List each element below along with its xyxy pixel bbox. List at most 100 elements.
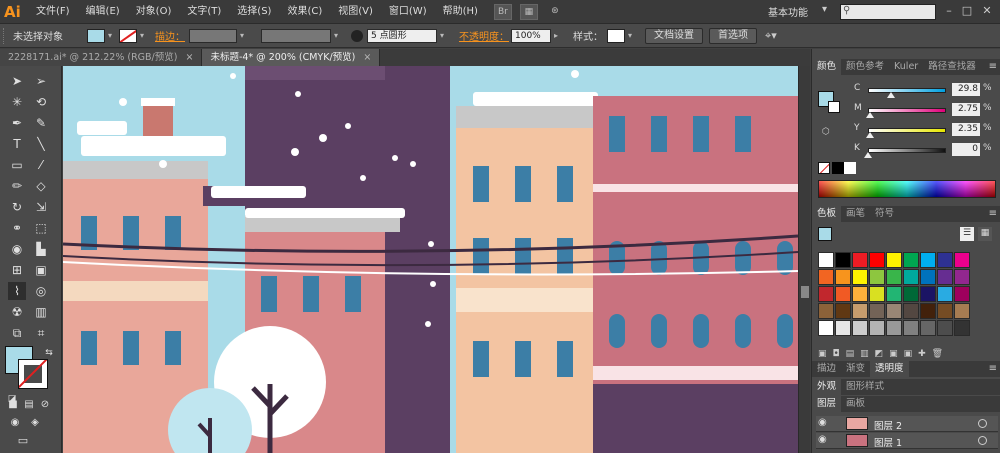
color-swatch[interactable] bbox=[954, 303, 970, 319]
color-swatch[interactable] bbox=[937, 252, 953, 268]
layer-row[interactable]: ◉ 图层 1 bbox=[816, 433, 998, 449]
color-swatch[interactable] bbox=[852, 320, 868, 336]
color-swatch[interactable] bbox=[818, 303, 834, 319]
chevron-down-icon[interactable]: ▾ bbox=[437, 31, 447, 40]
slider-value[interactable]: 2.75 bbox=[952, 103, 980, 116]
color-swatch[interactable] bbox=[886, 269, 902, 285]
eraser-tool-icon[interactable]: ◇ bbox=[32, 177, 50, 195]
white-swatch[interactable] bbox=[844, 162, 856, 174]
color-swatch[interactable] bbox=[937, 286, 953, 302]
panel-menu-icon[interactable]: ≡ bbox=[989, 59, 997, 75]
color-swatch[interactable] bbox=[954, 320, 970, 336]
pen-tool-icon[interactable]: ✒ bbox=[8, 114, 26, 132]
chevron-down-icon[interactable]: ▾ bbox=[625, 31, 635, 40]
shape-builder-tool-icon[interactable]: ◉ bbox=[8, 240, 26, 258]
maximize-button[interactable]: □ bbox=[958, 3, 976, 19]
color-swatch[interactable] bbox=[954, 252, 970, 268]
draw-inside-icon[interactable]: ◈ bbox=[26, 414, 44, 432]
stroke-label[interactable]: 描边： bbox=[155, 28, 185, 43]
color-swatch[interactable] bbox=[869, 320, 885, 336]
slider-track[interactable] bbox=[868, 108, 946, 113]
color-swatch[interactable] bbox=[886, 286, 902, 302]
artboard-canvas[interactable] bbox=[63, 66, 798, 453]
tab-brushes[interactable]: 画笔 bbox=[841, 206, 870, 222]
slider-thumb[interactable] bbox=[866, 112, 875, 118]
color-swatch[interactable] bbox=[818, 320, 834, 336]
menu-edit[interactable]: 编辑(E) bbox=[78, 0, 128, 24]
menu-help[interactable]: 帮助(H) bbox=[435, 0, 486, 24]
menu-window[interactable]: 窗口(W) bbox=[381, 0, 435, 24]
minimize-button[interactable]: – bbox=[940, 3, 958, 19]
slider-track[interactable] bbox=[868, 88, 946, 93]
tab-document-1[interactable]: 2228171.ai* @ 212.22% (RGB/预览) × bbox=[0, 49, 203, 66]
layer-name[interactable]: 图层 2 bbox=[874, 418, 902, 432]
magic-wand-tool-icon[interactable]: ✳ bbox=[8, 93, 26, 111]
color-swatch[interactable] bbox=[818, 252, 834, 268]
color-swatch[interactable] bbox=[886, 320, 902, 336]
close-icon[interactable]: × bbox=[185, 52, 193, 63]
slider-value[interactable]: 2.35 bbox=[952, 123, 980, 136]
eye-icon[interactable]: ◉ bbox=[818, 434, 827, 445]
scroll-thumb[interactable] bbox=[801, 286, 809, 298]
chevron-right-icon[interactable]: ▸ bbox=[551, 31, 561, 40]
column-graph-tool-icon[interactable]: ▥ bbox=[32, 303, 50, 321]
color-swatch[interactable] bbox=[903, 320, 919, 336]
graphic-style-swatch[interactable] bbox=[607, 28, 625, 43]
pencil-tool-icon[interactable]: ✏ bbox=[8, 177, 26, 195]
preferences-button[interactable]: 首选项 bbox=[709, 27, 757, 44]
none-swatch[interactable] bbox=[818, 162, 830, 174]
tab-color[interactable]: 颜色 bbox=[812, 59, 842, 75]
slider-track[interactable] bbox=[868, 148, 946, 153]
slice-tool-icon[interactable]: ⌗ bbox=[32, 324, 50, 342]
tab-color-guide[interactable]: 颜色参考 bbox=[841, 59, 889, 75]
gpu-performance-icon[interactable]: ⊛ bbox=[546, 4, 564, 20]
chevron-down-icon[interactable]: ▾ bbox=[822, 4, 827, 15]
color-swatch[interactable] bbox=[869, 303, 885, 319]
slider-thumb[interactable] bbox=[887, 92, 896, 98]
color-swatch[interactable] bbox=[852, 303, 868, 319]
swap-colors-icon[interactable]: ⇆ bbox=[40, 344, 58, 362]
chevron-down-icon[interactable]: ▾ bbox=[237, 31, 247, 40]
tab-artboards[interactable]: 画板 bbox=[841, 396, 870, 412]
chevron-down-icon[interactable]: ▾ bbox=[331, 31, 341, 40]
rotate-tool-icon[interactable]: ↻ bbox=[8, 198, 26, 216]
color-swatch[interactable] bbox=[852, 286, 868, 302]
menu-file[interactable]: 文件(F) bbox=[28, 0, 78, 24]
tab-stroke[interactable]: 描边 bbox=[812, 361, 841, 377]
chevron-down-icon[interactable]: ▾ bbox=[137, 31, 147, 40]
brush-definition[interactable]: 5 点圆形 bbox=[367, 28, 437, 43]
color-swatch[interactable] bbox=[835, 286, 851, 302]
tab-swatches[interactable]: 色板 bbox=[812, 206, 842, 222]
tab-layers[interactable]: 图层 bbox=[812, 396, 842, 412]
color-swatch[interactable] bbox=[886, 252, 902, 268]
color-swatch[interactable] bbox=[869, 252, 885, 268]
curvature-tool-icon[interactable]: ✎ bbox=[32, 114, 50, 132]
stroke-swatch[interactable] bbox=[119, 28, 137, 43]
color-swatch[interactable] bbox=[869, 286, 885, 302]
arrange-documents-icon[interactable]: ▦ bbox=[519, 3, 538, 20]
close-button[interactable]: ✕ bbox=[978, 3, 996, 19]
document-setup-button[interactable]: 文档设置 bbox=[645, 27, 703, 44]
symbol-sprayer-tool-icon[interactable]: ☢ bbox=[8, 303, 26, 321]
eye-icon[interactable]: ◉ bbox=[818, 417, 827, 428]
swatch-actions-icons[interactable]: ▣◘▤▥◩▣▣✚🗑 bbox=[818, 349, 949, 359]
color-swatch[interactable] bbox=[835, 320, 851, 336]
color-swatch[interactable] bbox=[920, 303, 936, 319]
color-swatch[interactable] bbox=[835, 252, 851, 268]
color-swatch[interactable] bbox=[954, 269, 970, 285]
list-view-icon[interactable]: ☰ bbox=[960, 227, 974, 241]
target-icon[interactable] bbox=[978, 436, 987, 445]
search-input[interactable]: ⚲ bbox=[840, 4, 936, 20]
tab-gradient[interactable]: 渐变 bbox=[841, 361, 870, 377]
menu-object[interactable]: 对象(O) bbox=[128, 0, 180, 24]
line-tool-icon[interactable]: ╲ bbox=[32, 135, 50, 153]
eyedropper-tool-icon[interactable]: ⌇ bbox=[8, 282, 26, 300]
free-transform-tool-icon[interactable]: ⬚ bbox=[32, 219, 50, 237]
color-swatch[interactable] bbox=[835, 303, 851, 319]
close-icon[interactable]: × bbox=[363, 52, 371, 63]
slider-value[interactable]: 0 bbox=[952, 143, 980, 156]
black-swatch[interactable] bbox=[832, 162, 844, 174]
tab-appearance[interactable]: 外观 bbox=[812, 379, 842, 395]
tab-kuler[interactable]: Kuler bbox=[889, 59, 923, 75]
menu-effect[interactable]: 效果(C) bbox=[279, 0, 330, 24]
